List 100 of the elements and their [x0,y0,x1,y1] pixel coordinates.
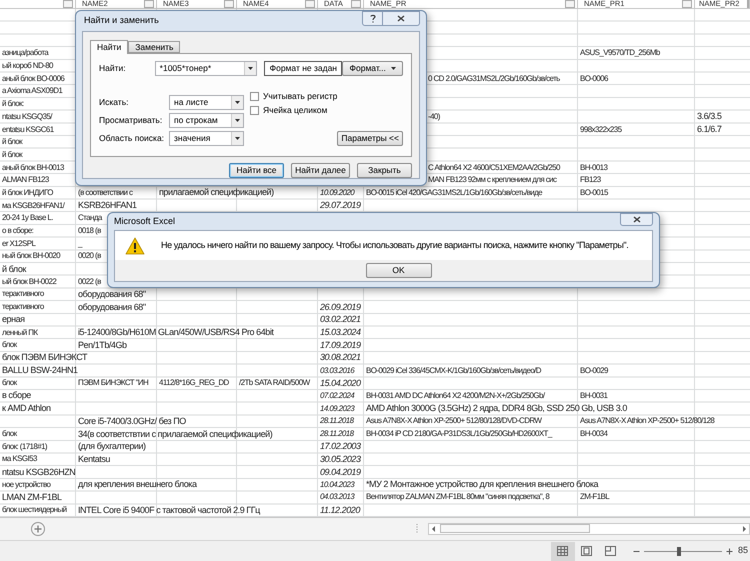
table-cell: ленный ПК [2,328,38,337]
date-cell: 28.11.2018 [320,417,354,426]
plus-icon [726,548,733,554]
table-cell: ый блок BH-0022 [2,278,56,286]
table-cell: й блок: [2,100,24,108]
table-cell: LMAN ZM-F1BL [2,492,62,502]
table-cell: Asus A7N8X-X Athlon XP-2500+ 512/80/128/DVD-CDRW [366,417,542,426]
dialog-button[interactable]: Найти далее [291,163,350,178]
date-cell: 17.02.2003 [320,442,361,452]
table-cell: терактивного [2,303,44,312]
table-cell: й блок ИНДИГО [2,188,53,197]
filter-button[interactable] [351,0,361,8]
table-cell: Asus A7N8X-X Athlon XP-2500+ 512/80/128 [580,417,714,426]
table-cell: MAN FB123 92мм с креплением для сис [428,176,556,184]
caret-icon [235,119,240,122]
close-button[interactable] [383,11,420,26]
zoom-slider[interactable] [644,546,722,556]
table-cell: ПЭВМ БИНЭКСТ "ИН [78,379,148,388]
filter-button[interactable] [305,0,315,8]
slider-thumb[interactable] [677,546,682,556]
field-label: Найти: [99,62,127,75]
table-cell: ный блок BH-0020 [2,252,60,260]
table-cell: 34(в соответствтии с прилагаемой спецификацией) [78,430,272,439]
table-cell: ма KSGI53 [2,455,37,464]
table-cell: к AMD Athlon [2,404,51,414]
checkbox[interactable] [250,106,259,115]
ok-button[interactable]: OK [366,263,432,278]
table-cell: терактивного [2,290,44,298]
table-cell: BO-0015 [580,188,608,197]
filter-button[interactable] [682,0,692,8]
dialog-button[interactable]: Закрыть [357,163,412,178]
table-cell: Вентилятор ZALMAN ZM-F1BL 80мм "синяя подсветка", 8 [366,493,550,502]
horizontal-scrollbar[interactable] [428,522,750,535]
dropdown-field[interactable]: по строкам [169,113,244,128]
date-cell: 28.11.2018 [320,430,354,438]
zoom-level: 85 [738,544,748,558]
date-cell: 07.02.2024 [320,392,354,400]
find-field[interactable]: *1005*тонер* [154,61,258,76]
table-cell: BO-0015 iCel 420/GAG31MS2L/1Gb/160Gb/зв/сеть/виде [366,188,542,197]
field-label: Область поиска: [99,132,166,145]
view-button[interactable] [550,542,575,560]
dialog-tab[interactable]: Заменить [128,41,180,53]
table-cell: блок [2,341,17,350]
table-cell: 20-24 1y Base L. [2,214,53,222]
help-button[interactable] [362,11,383,26]
table-cell: entatsu KSGC61 [2,126,54,134]
table-cell: BH-0013 [580,164,608,172]
table-cell: (для бухгалтерии) [78,442,146,452]
dialog-button[interactable]: Найти все [229,163,284,178]
table-cell: C Athlon64 X2 4600/C51XEM2AA/2Gb/250 [428,164,560,172]
close-button[interactable] [620,213,653,226]
grid-icon [557,546,568,556]
filter-button[interactable] [565,0,575,8]
table-cell: 3.6/3.5 [697,112,722,122]
table-cell: KSRB26HFAN1 [78,201,137,210]
filter-button[interactable] [224,0,234,8]
date-cell: 10.04.2023 [320,480,354,489]
table-cell: блок шестиядерный [2,506,66,514]
date-cell: 09.04.2019 [320,468,361,477]
table-cell: 0 CD 2.0/GAG31MS2L/2Gb/160Gb/зв/сеть [428,74,560,83]
date-cell: 17.09.2019 [320,340,361,350]
dropdown-field[interactable]: значения [169,131,244,146]
table-cell: аный блок BH-0013 [2,164,64,172]
table-cell: 998x322x235 [580,126,622,134]
date-cell: 30.08.2021 [320,353,361,362]
dialog-tab[interactable]: Найти [90,40,128,54]
date-cell: 15.03.2024 [320,328,361,338]
table-cell: блок [2,430,17,438]
message-text: Не удалось ничего найти по вашему запросу. Чтобы использовать другие варианты поиска, нажмите кнопку "Параметры". [161,238,628,252]
table-cell: азница/работа [2,49,48,58]
date-cell: 29.07.2019 [320,201,361,210]
table-cell: ый короб ND-80 [2,62,53,70]
dropdown-field[interactable]: на листе [169,95,244,110]
format-button[interactable]: Формат... [342,61,403,76]
table-cell: ерная [2,315,25,324]
table-cell: BALLU BSW-24HN1 [2,366,78,376]
table-cell: ма KSGB26HFAN1/ [2,202,64,210]
options-button[interactable]: Параметры << [337,131,403,146]
date-cell: 30.05.2023 [320,454,361,464]
date-cell: 26.09.2019 [320,302,361,312]
close-icon [632,216,640,223]
table-cell: -40) [428,112,440,121]
filter-button[interactable] [144,0,154,8]
add-sheet-button[interactable] [31,522,45,536]
caret-icon [235,137,240,140]
table-cell: ASUS_V9570/TD_256Mb [580,49,660,58]
date-cell: 15.04.2020 [320,378,361,388]
table-cell: BH-0034 [580,430,608,438]
date-cell: 11.12.2020 [320,506,360,515]
table-cell: AMD Athlon 3000G (3.5GHz) 2 ядра, DDR4 8Gb, SSD 250 Gb, USB 3.0 [366,404,627,414]
checkbox[interactable] [250,92,259,101]
table-cell: й блок [2,138,22,146]
table-cell: й блок [2,264,26,274]
filter-button[interactable] [63,0,73,8]
page-icon [581,546,592,556]
date-cell: 14.09.2023 [320,404,354,413]
table-cell: BO-0029 [580,366,608,375]
table-cell: оборудования 68" [78,302,146,312]
caret-icon [248,67,254,70]
date-cell: 03.02.2021 [320,315,361,324]
